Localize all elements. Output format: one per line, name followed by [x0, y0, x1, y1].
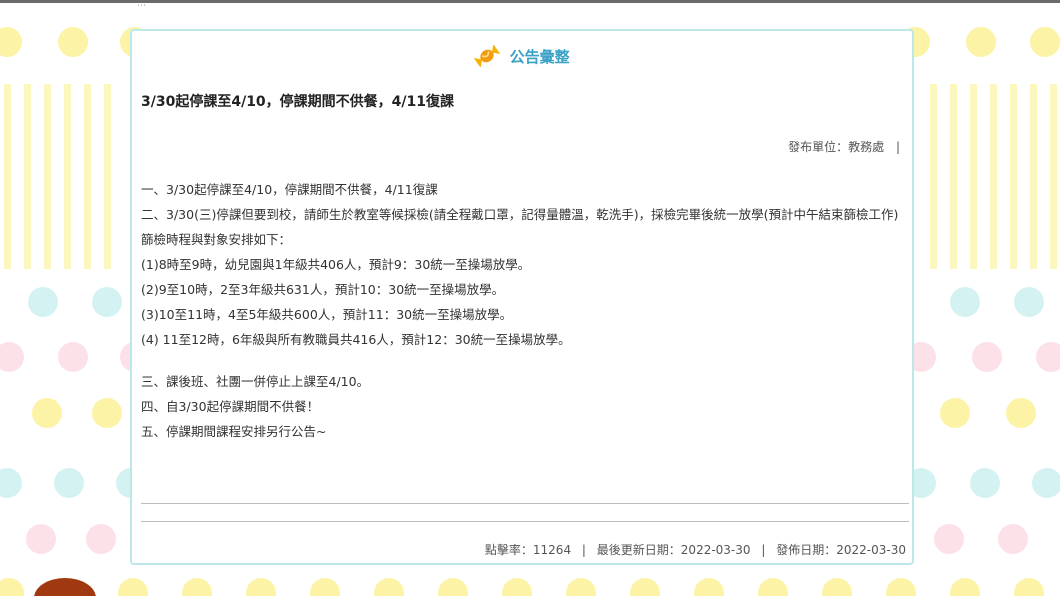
paragraph-10: 五、停課期間課程安排另行公告~: [141, 424, 327, 439]
candy-icon: [474, 45, 501, 67]
paragraph-2: 二、3/30(三)停課但要到校，請師生於教室等候採檢(請全程戴口罩，記得量體溫，…: [141, 207, 899, 222]
published-date: 發佈日期：2022-03-30: [776, 543, 906, 557]
dot-row-yellow-bottom: [0, 578, 1060, 596]
paragraph-8: 三、課後班、社團一併停止上課至4/10。: [141, 374, 370, 389]
panel-header: 公告彙整: [132, 45, 912, 67]
announcement-body: 一、3/30起停課至4/10，停課期間不供餐，4/11復課 二、3/30(三)停…: [141, 181, 907, 448]
panel-header-title: 公告彙整: [509, 48, 570, 66]
announcement-title: 3/30起停課至4/10，停課期間不供餐，4/11復課: [141, 94, 455, 110]
ellipsis-mark: ⋯: [137, 1, 146, 11]
paragraph-3: 篩檢時程與對象安排如下：: [141, 232, 292, 247]
paragraph-1: 一、3/30起停課至4/10，停課期間不供餐，4/11復課: [141, 182, 438, 197]
paragraph-9: 四、自3/30起停課期間不供餐！: [141, 399, 320, 414]
last-updated-date: 最後更新日期：2022-03-30: [596, 543, 751, 557]
stripes-left: [0, 84, 130, 269]
paragraph-6: (3)10至11時，4至5年級共600人，預計11：30統一至操場放學。: [141, 307, 513, 322]
footer-separator-2: |: [761, 543, 766, 557]
click-count: 點擊率：11264: [484, 543, 572, 557]
publisher-label: 發布單位：教務處: [788, 140, 885, 154]
top-edge-bar: [0, 0, 1060, 3]
publisher-separator: |: [895, 140, 900, 154]
announcement-footer: 點擊率：11264 | 最後更新日期：2022-03-30 | 發佈日期：202…: [485, 541, 906, 558]
paragraph-4: (1)8時至9時，幼兒園與1年級共406人，預計9：30統一至操場放學。: [141, 257, 531, 272]
announcement-panel: 公告彙整 3/30起停課至4/10，停課期間不供餐，4/11復課 發布單位：教務…: [130, 29, 914, 565]
divider-top: [141, 503, 909, 504]
publisher-info: 發布單位：教務處 |: [788, 138, 900, 155]
paragraph-5: (2)9至10時，2至3年級共631人，預計10：30統一至操場放學。: [141, 282, 505, 297]
stripes-right: [916, 84, 1060, 269]
footer-separator-1: |: [581, 543, 586, 557]
divider-bottom: [141, 521, 909, 522]
paragraph-7: (4) 11至12時，6年級與所有教職員共416人，預計12：30統一至操場放學…: [141, 332, 571, 347]
